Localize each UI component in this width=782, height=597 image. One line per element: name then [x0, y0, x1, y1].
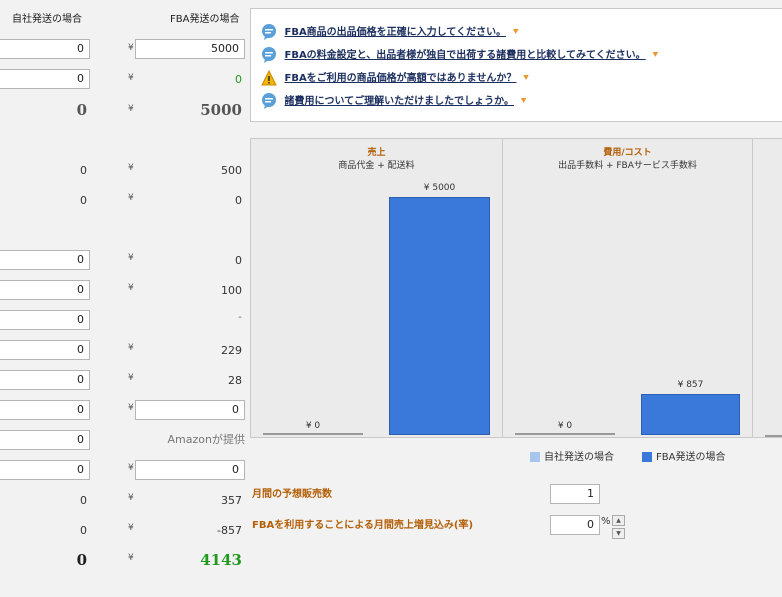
speech-bubble-icon	[262, 47, 276, 63]
tip-link[interactable]: FBAの料金設定と、出品者様が独自で出荷する諸費用と比較してみてください。	[284, 50, 645, 61]
fba-value: 28	[228, 374, 242, 387]
self-cost-input[interactable]: 0	[0, 280, 90, 300]
self-ship-header: 自社発送の場合	[12, 14, 82, 25]
tip-item[interactable]: FBA商品の出品価格を正確に入力してください。 ⯆	[261, 23, 519, 43]
legend-label: FBA発送の場合	[656, 452, 726, 463]
tip-link[interactable]: 諸費用についてご理解いただけましたでしょうか。	[284, 96, 514, 107]
legend-swatch	[642, 452, 652, 462]
self-profit-total: 0	[76, 551, 87, 569]
chart-subtitle: 出品手数料 + FBAサービス手数料	[558, 161, 697, 171]
yen-symbol: ¥	[128, 43, 134, 53]
chart-title: 売上	[367, 148, 386, 158]
yen-symbol: ¥	[128, 463, 134, 473]
chart-label-self: ¥ 0	[557, 421, 573, 431]
tip-item[interactable]: FBAの料金設定と、出品者様が独自で出荷する諸費用と比較してみてください。 ⯆	[261, 46, 659, 66]
fba-revenue-total: 5000	[200, 101, 242, 119]
chevron-down-icon[interactable]: ⯆	[522, 74, 529, 84]
chevron-down-icon[interactable]: ⯆	[512, 28, 519, 38]
fba-price-input[interactable]: 5000	[135, 39, 245, 59]
cost-chart-panel: 費用/コスト 出品手数料 + FBAサービス手数料 ¥ 0 ¥ 857	[502, 138, 753, 438]
yen-symbol: ¥	[128, 283, 134, 293]
stepper-up-icon[interactable]: ▲	[612, 515, 625, 526]
fba-value: 0	[235, 254, 242, 267]
fba-value: 357	[221, 494, 242, 507]
yen-symbol: ¥	[128, 523, 134, 533]
monthly-sales-input[interactable]: 1	[550, 484, 600, 504]
increase-rate-input[interactable]: 0	[550, 515, 600, 535]
monthly-sales-label: 月間の予想販売数	[252, 489, 332, 500]
legend-fba: FBA発送の場合	[642, 448, 725, 463]
legend-self: 自社発送の場合	[530, 448, 614, 463]
self-cost-input[interactable]: 0	[0, 460, 90, 480]
fba-profit-total: 4143	[200, 551, 242, 569]
legend-label: 自社発送の場合	[544, 452, 614, 463]
chart-bar-self	[263, 433, 363, 435]
chart-label-self: ¥ 0	[305, 421, 321, 431]
self-value: 0	[80, 524, 87, 537]
chart-bar-self	[515, 433, 615, 435]
legend-swatch	[530, 452, 540, 462]
tip-link[interactable]: FBAをご利用の商品価格が高額ではありませんか？	[284, 73, 516, 84]
chart-title: 費用/コスト	[603, 148, 652, 158]
yen-symbol: ¥	[128, 193, 134, 203]
self-cost-input[interactable]: 0	[0, 250, 90, 270]
yen-symbol: ¥	[128, 403, 134, 413]
revenue-chart-panel: 売上 商品代金 + 配送料 ¥ 0 ¥ 5000	[250, 138, 503, 438]
self-revenue-total: 0	[76, 101, 87, 119]
fba-value: -	[238, 310, 242, 323]
stepper-down-icon[interactable]: ▼	[612, 528, 625, 539]
yen-symbol: ¥	[128, 493, 134, 503]
fba-shipping-value: 0	[235, 73, 242, 86]
yen-symbol: ¥	[128, 373, 134, 383]
chevron-down-icon[interactable]: ⯆	[520, 97, 527, 107]
yen-symbol: ¥	[128, 253, 134, 263]
self-cost-input[interactable]: 0	[0, 370, 90, 390]
chart-panel-partial	[752, 138, 782, 438]
tip-item[interactable]: 諸費用についてご理解いただけましたでしょうか。 ⯆	[261, 92, 527, 112]
chart-bar-fba	[389, 197, 490, 435]
tip-link[interactable]: FBA商品の出品価格を正確に入力してください。	[284, 27, 506, 38]
fba-value: 500	[221, 164, 242, 177]
self-value: 0	[80, 164, 87, 177]
fba-cost-input[interactable]: 0	[135, 460, 245, 480]
chart-bar-self	[765, 435, 782, 437]
fba-value: 100	[221, 284, 242, 297]
fba-cost-input[interactable]: 0	[135, 400, 245, 420]
chart-bar-fba	[641, 394, 740, 435]
speech-bubble-icon	[262, 24, 276, 40]
yen-symbol: ¥	[128, 104, 134, 114]
yen-symbol: ¥	[128, 163, 134, 173]
chevron-down-icon[interactable]: ⯆	[652, 51, 659, 61]
self-cost-input[interactable]: 0	[0, 340, 90, 360]
tips-panel: FBA商品の出品価格を正確に入力してください。 ⯆ FBAの料金設定と、出品者様が…	[250, 8, 782, 122]
amazon-provided-text: Amazonが提供	[167, 433, 245, 446]
percent-sign: %	[601, 516, 611, 527]
fba-value: -857	[217, 524, 242, 537]
chart-subtitle: 商品代金 + 配送料	[338, 161, 415, 171]
fba-header: FBA発送の場合	[170, 14, 240, 25]
self-cost-input[interactable]: 0	[0, 430, 90, 450]
self-value: 0	[80, 494, 87, 507]
self-value: 0	[80, 194, 87, 207]
speech-bubble-icon	[262, 93, 276, 109]
yen-symbol: ¥	[128, 343, 134, 353]
fba-value: 229	[221, 344, 242, 357]
yen-symbol: ¥	[128, 73, 134, 83]
tip-item[interactable]: FBAをご利用の商品価格が高額ではありませんか？ ⯆	[261, 69, 530, 89]
self-price-input[interactable]: 0	[0, 39, 90, 59]
yen-symbol: ¥	[128, 553, 134, 563]
increase-rate-label: FBAを利用することによる月間売上増見込み(率)	[252, 520, 474, 531]
fba-value: 0	[235, 194, 242, 207]
warning-icon	[261, 70, 277, 86]
self-cost-input[interactable]: 0	[0, 310, 90, 330]
self-shipping-input[interactable]: 0	[0, 69, 90, 89]
chart-label-fba: ¥ 857	[677, 380, 704, 390]
self-cost-input[interactable]: 0	[0, 400, 90, 420]
chart-label-fba: ¥ 5000	[423, 183, 456, 193]
